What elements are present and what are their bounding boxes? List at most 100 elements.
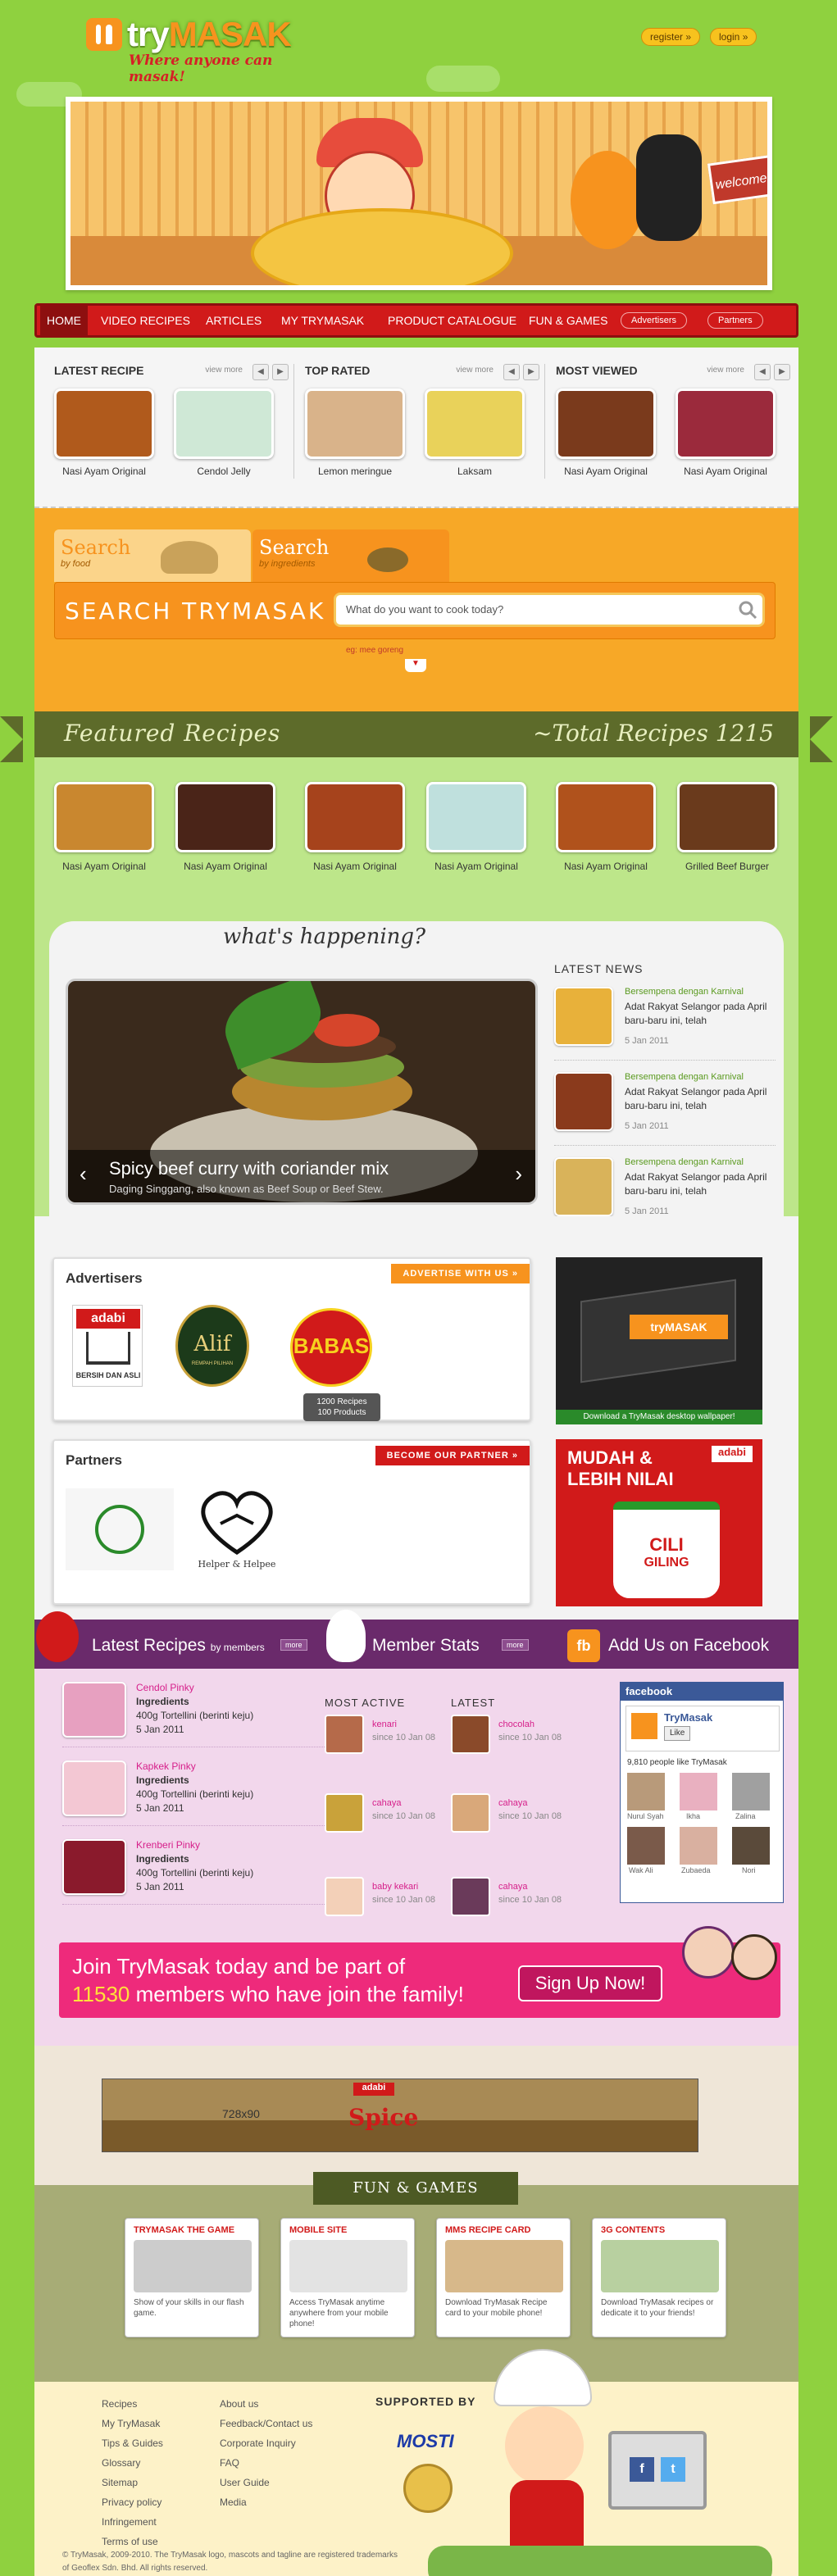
recipe-caption[interactable]: Nasi Ayam Original xyxy=(672,466,779,477)
member-name[interactable]: cahaya xyxy=(498,1882,527,1892)
member-name[interactable]: cahaya xyxy=(498,1798,527,1808)
fb-page-name[interactable]: TryMasak xyxy=(664,1711,712,1724)
fun-card-title[interactable]: 3G CONTENTS xyxy=(601,2225,665,2235)
twitter-icon[interactable]: t xyxy=(661,2457,685,2482)
slide-title[interactable]: Spicy beef curry with coriander mix xyxy=(109,1158,389,1179)
featured-thumb[interactable] xyxy=(175,782,275,852)
3g-preview[interactable] xyxy=(601,2240,719,2292)
avatar[interactable] xyxy=(451,1715,490,1754)
news-item[interactable]: Bersempena dengan Karnival Adat Rakyat S… xyxy=(554,987,776,1061)
avatar[interactable] xyxy=(325,1877,364,1916)
footer-link[interactable]: Infringement xyxy=(102,2516,157,2528)
fb-fan-avatar[interactable] xyxy=(627,1773,665,1810)
fun-card-title[interactable]: MMS RECIPE CARD xyxy=(445,2225,531,2235)
recipe-caption[interactable]: Laksam xyxy=(421,466,528,477)
featured-slider[interactable]: ‹ Spicy beef curry with coriander mix Da… xyxy=(66,979,538,1205)
footer-link[interactable]: Sitemap xyxy=(102,2477,138,2488)
babas-logo[interactable]: BABAS xyxy=(290,1308,372,1387)
featured-caption[interactable]: Nasi Ayam Original xyxy=(302,861,408,872)
avatar[interactable] xyxy=(325,1793,364,1833)
sign-up-button[interactable]: Sign Up Now! xyxy=(518,1965,662,2001)
become-partner-button[interactable]: BECOME OUR PARTNER » xyxy=(375,1446,530,1465)
new-member[interactable]: chocolah since 10 Jan 08 xyxy=(451,1715,574,1780)
fb-page-card[interactable]: TryMasak Like xyxy=(625,1706,780,1751)
cili-giling-ad[interactable]: MUDAH & LEBIH NILAI adabi CILI GILING xyxy=(556,1439,762,1606)
search-by-food-tab[interactable]: Search by food xyxy=(54,529,251,582)
featured-thumb[interactable] xyxy=(305,782,405,852)
prev-arrow-icon[interactable]: ◀ xyxy=(754,364,771,380)
recipe-thumb[interactable] xyxy=(174,388,274,459)
fun-card-title[interactable]: MOBILE SITE xyxy=(289,2225,347,2235)
news-thumb[interactable] xyxy=(554,987,613,1046)
footer-link[interactable]: Terms of use xyxy=(102,2536,158,2547)
member-recipe-thumb[interactable] xyxy=(62,1760,126,1816)
news-item[interactable]: Bersempena dengan Karnival Adat Rakyat S… xyxy=(554,1072,776,1146)
footer-link[interactable]: Media xyxy=(220,2496,247,2508)
featured-thumb[interactable] xyxy=(426,782,526,852)
collapse-search-icon[interactable]: ▼ xyxy=(405,659,426,672)
news-headline[interactable]: Bersempena dengan Karnival xyxy=(625,1157,744,1167)
news-thumb[interactable] xyxy=(554,1072,613,1131)
slider-prev-icon[interactable]: ‹ xyxy=(80,1161,87,1187)
new-member[interactable]: cahaya since 10 Jan 08 xyxy=(451,1877,574,1942)
recipe-caption[interactable]: Lemon meringue xyxy=(302,466,408,477)
search-input[interactable]: What do you want to cook today? xyxy=(334,593,765,627)
recipe-caption[interactable]: Nasi Ayam Original xyxy=(553,466,659,477)
next-arrow-icon[interactable]: ▶ xyxy=(774,364,790,380)
member-recipe-item[interactable]: Krenberi Pinky Ingredients 400g Tortelli… xyxy=(62,1839,325,1905)
alif-logo[interactable]: Alif REMPAH PILIHAN xyxy=(175,1305,249,1387)
footer-link[interactable]: Corporate Inquiry xyxy=(220,2437,296,2449)
fb-fan-avatar[interactable] xyxy=(627,1827,665,1865)
member-name[interactable]: kenari xyxy=(372,1720,397,1729)
featured-thumb[interactable] xyxy=(54,782,154,852)
footer-link[interactable]: Privacy policy xyxy=(102,2496,161,2508)
member-name[interactable]: chocolah xyxy=(498,1720,534,1729)
fb-like-button[interactable]: Like xyxy=(664,1726,691,1741)
advertise-with-us-button[interactable]: ADVERTISE WITH US » xyxy=(391,1264,530,1283)
member-recipe-thumb[interactable] xyxy=(62,1682,126,1738)
active-member[interactable]: kenari since 10 Jan 08 xyxy=(325,1715,448,1780)
next-arrow-icon[interactable]: ▶ xyxy=(523,364,539,380)
news-headline[interactable]: Bersempena dengan Karnival xyxy=(625,987,744,997)
recipe-caption[interactable]: Cendol Jelly xyxy=(171,466,277,477)
wallpaper-ad[interactable]: tryMASAK Download a TryMasak desktop wal… xyxy=(556,1257,762,1424)
new-member[interactable]: cahaya since 10 Jan 08 xyxy=(451,1793,574,1859)
footer-link[interactable]: Recipes xyxy=(102,2398,137,2410)
member-recipe-item[interactable]: Kapkek Pinky Ingredients 400g Tortellini… xyxy=(62,1760,325,1826)
fun-card-game[interactable]: TRYMASAK THE GAME Show of your skills in… xyxy=(125,2218,259,2337)
nav-advertisers[interactable]: Advertisers xyxy=(621,312,688,329)
view-more-link[interactable]: view more xyxy=(205,366,243,375)
prev-arrow-icon[interactable]: ◀ xyxy=(252,364,269,380)
news-thumb[interactable] xyxy=(554,1157,613,1216)
featured-caption[interactable]: Nasi Ayam Original xyxy=(553,861,659,872)
fun-card-mms[interactable]: MMS RECIPE CARD Download TryMasak Recipe… xyxy=(436,2218,571,2337)
recipe-thumb[interactable] xyxy=(676,388,776,459)
featured-caption[interactable]: Nasi Ayam Original xyxy=(423,861,530,872)
wallpaper-caption[interactable]: Download a TryMasak desktop wallpaper! xyxy=(556,1410,762,1424)
active-member[interactable]: cahaya since 10 Jan 08 xyxy=(325,1793,448,1859)
footer-link[interactable]: User Guide xyxy=(220,2477,270,2488)
next-arrow-icon[interactable]: ▶ xyxy=(272,364,289,380)
fun-card-3g[interactable]: 3G CONTENTS Download TryMasak recipes or… xyxy=(592,2218,726,2337)
nav-fun-games[interactable]: FUN & GAMES xyxy=(522,306,614,335)
nav-product-catalogue[interactable]: PRODUCT CATALOGUE xyxy=(381,306,523,335)
member-name[interactable]: baby kekari xyxy=(372,1882,418,1892)
nav-home[interactable]: HOME xyxy=(40,306,88,335)
footer-link[interactable]: My TryMasak xyxy=(102,2418,160,2429)
featured-thumb[interactable] xyxy=(677,782,777,852)
news-headline[interactable]: Bersempena dengan Karnival xyxy=(625,1072,744,1082)
prev-arrow-icon[interactable]: ◀ xyxy=(503,364,520,380)
adabi-logo[interactable]: adabi BERSIH DAN ASLI xyxy=(72,1305,143,1387)
game-preview[interactable] xyxy=(134,2240,252,2292)
fb-fan-avatar[interactable] xyxy=(680,1827,717,1865)
fb-fan-avatar[interactable] xyxy=(680,1773,717,1810)
featured-caption[interactable]: Grilled Beef Burger xyxy=(674,861,780,872)
mobile-preview[interactable] xyxy=(289,2240,407,2292)
site-logo[interactable]: tryMASAK Where anyone can masak! xyxy=(86,15,332,85)
footer-link[interactable]: Tips & Guides xyxy=(102,2437,163,2449)
recipe-thumb[interactable] xyxy=(54,388,154,459)
latest-more-button[interactable]: more xyxy=(280,1639,307,1651)
register-button[interactable]: register » xyxy=(641,28,701,46)
member-recipe-title[interactable]: Cendol Pinky xyxy=(136,1682,194,1693)
featured-thumb[interactable] xyxy=(556,782,656,852)
